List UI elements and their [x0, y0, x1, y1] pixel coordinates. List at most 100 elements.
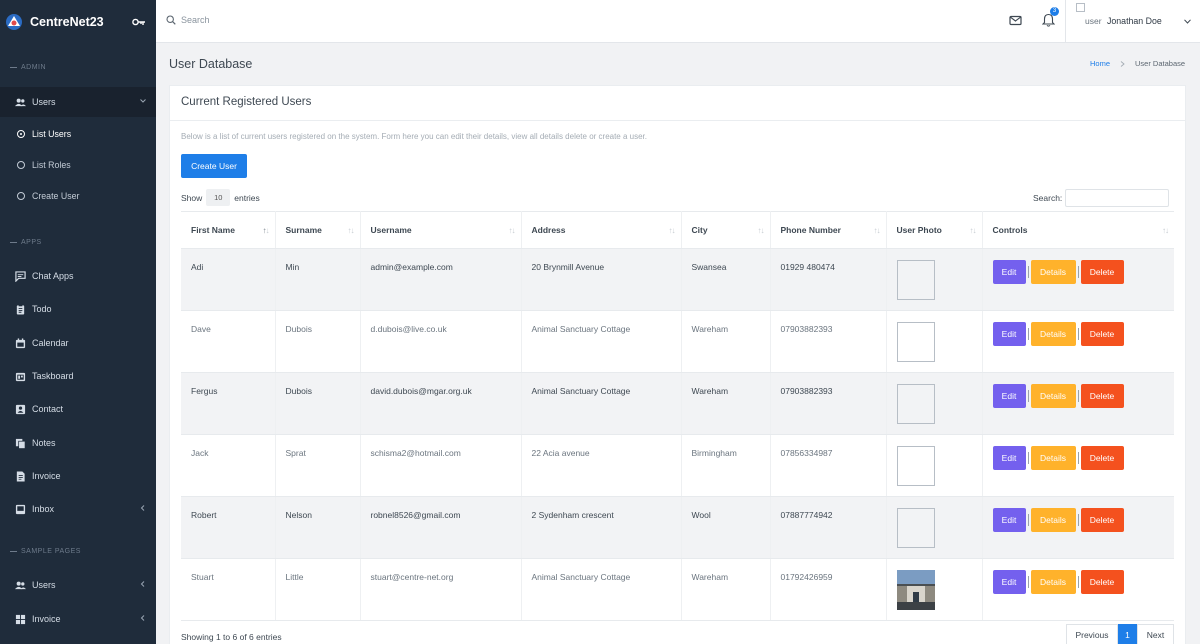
cell-surname: Nelson — [275, 496, 361, 559]
details-button[interactable]: Details — [1030, 508, 1076, 532]
cell-city: Wareham — [681, 310, 771, 373]
user-photo — [896, 508, 935, 548]
delete-button[interactable]: Delete — [1080, 322, 1124, 346]
cell-address: 2 Sydenham crescent — [521, 496, 682, 559]
delete-button[interactable]: Delete — [1080, 384, 1124, 408]
invoice-grid-icon — [15, 614, 26, 624]
table-info: Showing 1 to 6 of 6 entries — [181, 632, 282, 642]
sidebar-item-taskboard[interactable]: Taskboard — [0, 361, 156, 391]
cell-address: Animal Sanctuary Cottage — [521, 310, 682, 373]
cell-controls: Edit Details Delete — [982, 248, 1174, 311]
sidebar-item-notes[interactable]: Notes — [0, 428, 156, 458]
sort-icon: ↑↓ — [347, 226, 355, 235]
next-page-button[interactable]: Next — [1137, 624, 1174, 644]
table-row: Dave Dubois d.dubois@live.co.uk Animal S… — [181, 310, 1174, 373]
breadcrumb: Home User Database — [1090, 59, 1185, 68]
invoice-icon — [16, 470, 25, 482]
card-title: Current Registered Users — [170, 86, 1185, 121]
user-photo — [896, 570, 935, 610]
col-first-name[interactable]: First Name ↑↓ — [181, 211, 276, 249]
chat-icon — [15, 270, 26, 282]
sidebar-item-users[interactable]: Users — [0, 87, 156, 117]
sidebar-sub-list-users[interactable]: List Users — [0, 123, 156, 145]
users-table: First Name ↑↓ Surname ↑↓ Username ↑↓ Addres… — [181, 211, 1174, 621]
sort-asc-icon: ↑↓ — [262, 226, 270, 235]
card-description: Below is a list of current users registe… — [181, 132, 647, 141]
details-button[interactable]: Details — [1030, 446, 1076, 470]
key-icon[interactable] — [132, 17, 146, 27]
entries-select[interactable]: 10 — [206, 189, 231, 206]
col-photo[interactable]: User Photo ↑↓ — [886, 211, 983, 249]
user-photo — [896, 260, 935, 300]
edit-button[interactable]: Edit — [992, 260, 1026, 284]
edit-button[interactable]: Edit — [992, 570, 1026, 594]
details-button[interactable]: Details — [1030, 384, 1076, 408]
delete-button[interactable]: Delete — [1080, 570, 1124, 594]
user-name: Jonathan Doe — [1107, 16, 1162, 26]
details-button[interactable]: Details — [1030, 570, 1076, 594]
col-address[interactable]: Address ↑↓ — [521, 211, 682, 249]
sidebar-item-sample-users[interactable]: Users — [0, 570, 156, 600]
details-button[interactable]: Details — [1030, 260, 1076, 284]
users-icon — [15, 581, 26, 589]
breadcrumb-home[interactable]: Home — [1090, 59, 1110, 68]
avatar-alt-text: user — [1085, 16, 1102, 26]
user-menu[interactable]: user Jonathan Doe — [1065, 0, 1200, 43]
cell-photo — [886, 310, 983, 373]
search-input[interactable]: Search — [181, 15, 210, 25]
chevron-left-icon — [140, 581, 145, 587]
details-button[interactable]: Details — [1030, 322, 1076, 346]
brand[interactable]: CentreNet23 — [0, 0, 156, 43]
col-surname[interactable]: Surname ↑↓ — [275, 211, 361, 249]
breadcrumb-current: User Database — [1135, 59, 1186, 68]
chevron-down-icon — [1184, 19, 1191, 24]
col-phone[interactable]: Phone Number ↑↓ — [770, 211, 887, 249]
edit-button[interactable]: Edit — [992, 508, 1026, 532]
sidebar-item-invoice[interactable]: Invoice — [0, 461, 156, 491]
sidebar-item-sample-invoice[interactable]: Invoice — [0, 604, 156, 634]
sidebar-sub-list-roles[interactable]: List Roles — [0, 154, 156, 176]
sidebar-item-chat-apps[interactable]: Chat Apps — [0, 261, 156, 291]
mail-icon[interactable] — [1009, 14, 1022, 27]
sidebar-item-todo[interactable]: Todo — [0, 294, 156, 324]
edit-button[interactable]: Edit — [992, 322, 1026, 346]
page-1-button[interactable]: 1 — [1118, 624, 1137, 644]
notes-icon — [15, 438, 26, 449]
logo-icon — [6, 13, 22, 30]
sidebar-item-calendar[interactable]: Calendar — [0, 328, 156, 358]
brand-name: CentreNet23 — [30, 14, 104, 29]
edit-button[interactable]: Edit — [992, 384, 1026, 408]
col-username[interactable]: Username ↑↓ — [360, 211, 522, 249]
delete-button[interactable]: Delete — [1080, 446, 1124, 470]
sidebar-item-inbox[interactable]: Inbox — [0, 494, 156, 524]
topbar: Search 3 user Jonathan Doe — [156, 0, 1200, 43]
delete-button[interactable]: Delete — [1080, 508, 1124, 532]
delete-button[interactable]: Delete — [1080, 260, 1124, 284]
edit-button[interactable]: Edit — [992, 446, 1026, 470]
contact-icon — [15, 404, 26, 414]
cell-phone: 07903882393 — [770, 372, 887, 435]
circle-icon — [17, 192, 25, 200]
cell-city: Wareham — [681, 372, 771, 435]
chevron-down-icon — [140, 99, 146, 103]
sidebar-item-contact[interactable]: Contact — [0, 394, 156, 424]
col-city[interactable]: City ↑↓ — [681, 211, 771, 249]
sort-icon: ↑↓ — [757, 226, 765, 235]
sidebar-sub-create-user[interactable]: Create User — [0, 185, 156, 207]
cell-username: robnel8526@gmail.com — [360, 496, 522, 559]
search-box[interactable]: Search — [166, 15, 210, 25]
table-search-input[interactable] — [1065, 189, 1170, 207]
cell-city: Wool — [681, 496, 771, 559]
table-row: Robert Nelson robnel8526@gmail.com 2 Syd… — [181, 496, 1174, 559]
cell-surname: Dubois — [275, 310, 361, 373]
inbox-icon — [15, 504, 26, 514]
cell-first-name: Adi — [181, 248, 276, 311]
cell-city: Swansea — [681, 248, 771, 311]
cell-phone: 01792426959 — [770, 558, 887, 621]
previous-page-button[interactable]: Previous — [1066, 624, 1118, 644]
create-user-button[interactable]: Create User — [181, 154, 247, 178]
col-controls[interactable]: Controls ↑↓ — [982, 211, 1174, 249]
cell-controls: Edit Details Delete — [982, 434, 1174, 497]
cell-controls: Edit Details Delete — [982, 372, 1174, 435]
cell-controls: Edit Details Delete — [982, 496, 1174, 559]
